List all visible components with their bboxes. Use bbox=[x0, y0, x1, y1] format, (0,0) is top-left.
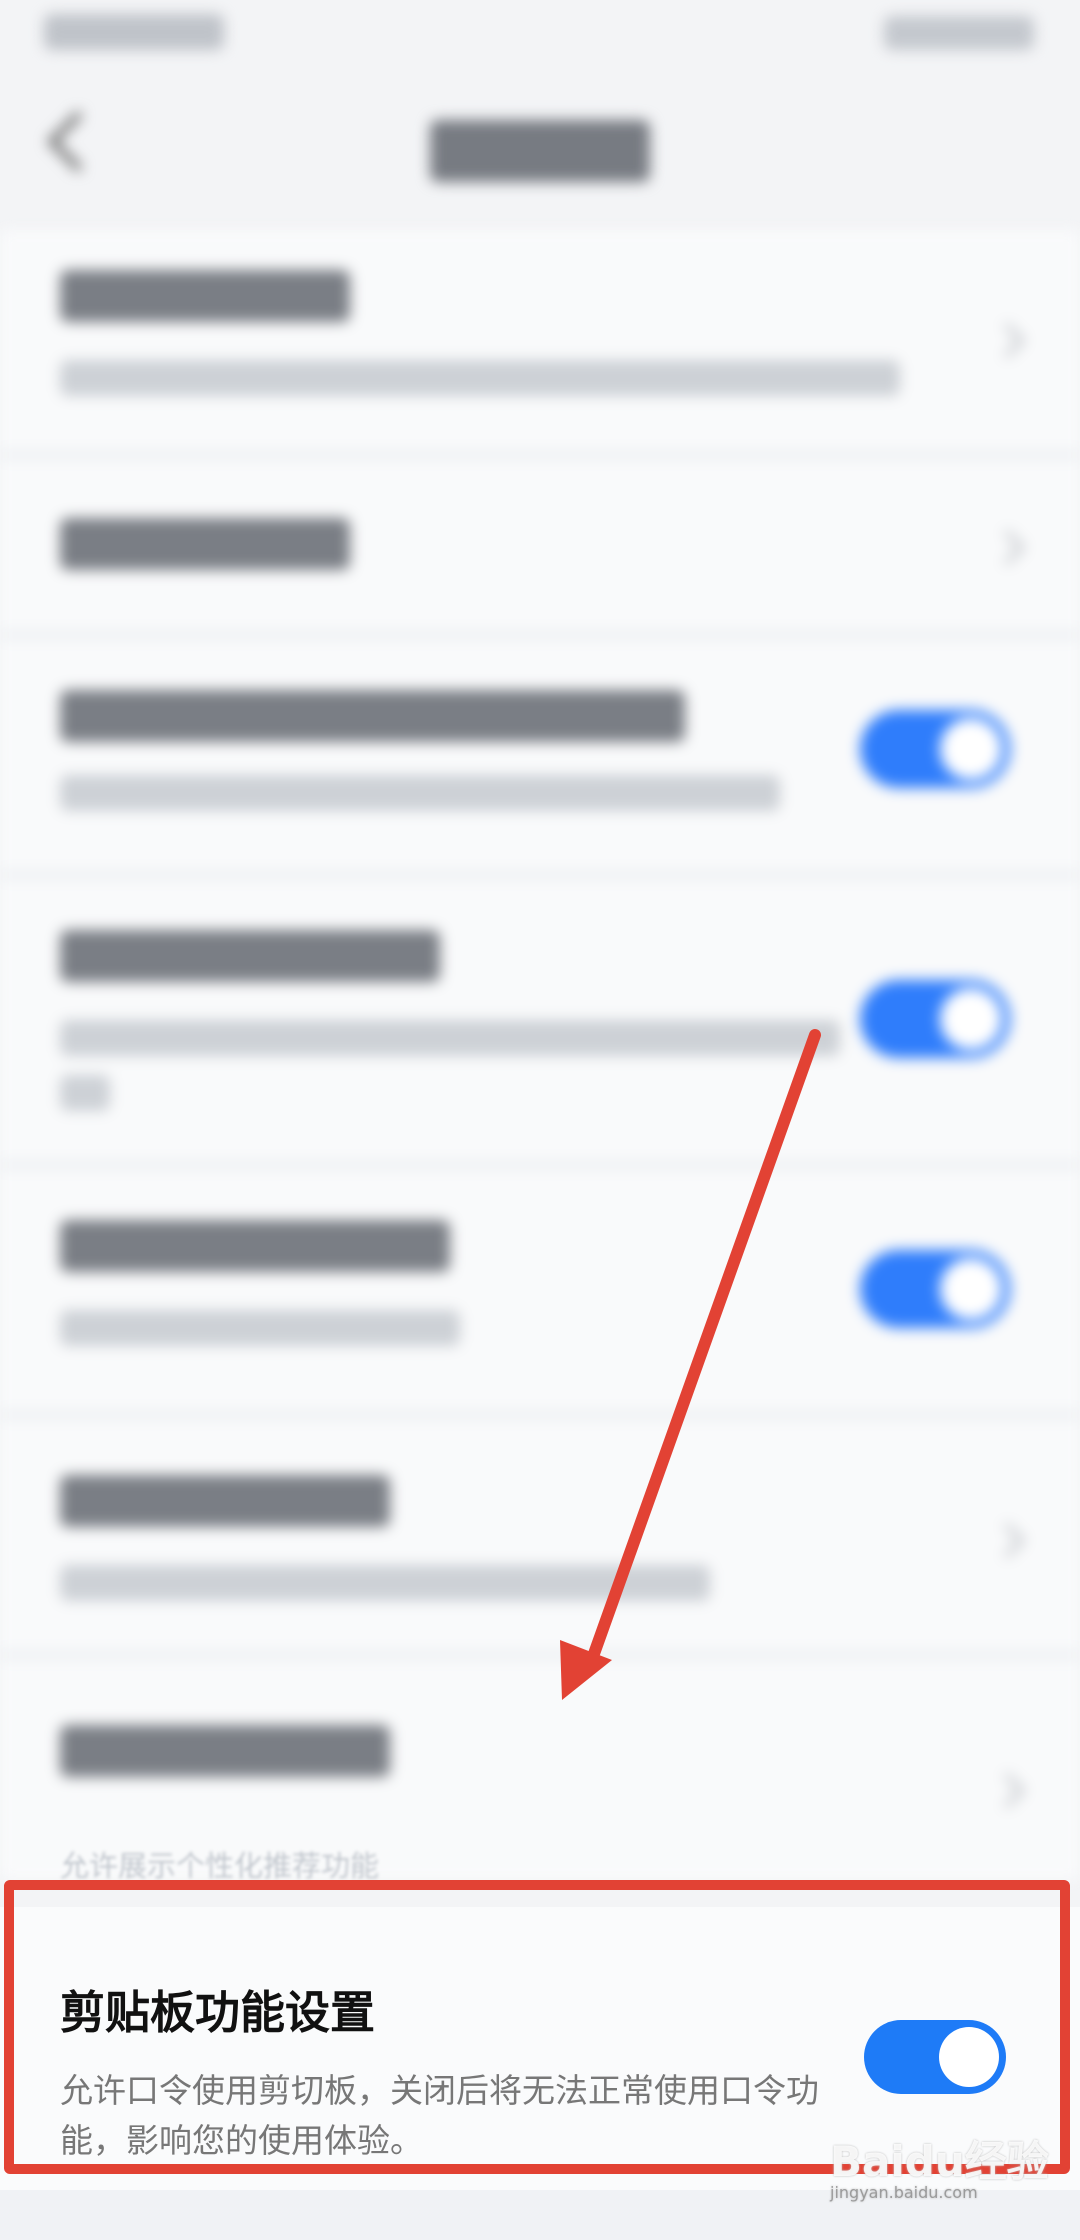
watermark-logo: Baidu经验 jingyan.baidu.com bbox=[830, 2128, 1049, 2202]
annotation-arrow-icon bbox=[560, 1029, 821, 1700]
watermark-text: Baidu经验 bbox=[830, 2137, 1049, 2186]
